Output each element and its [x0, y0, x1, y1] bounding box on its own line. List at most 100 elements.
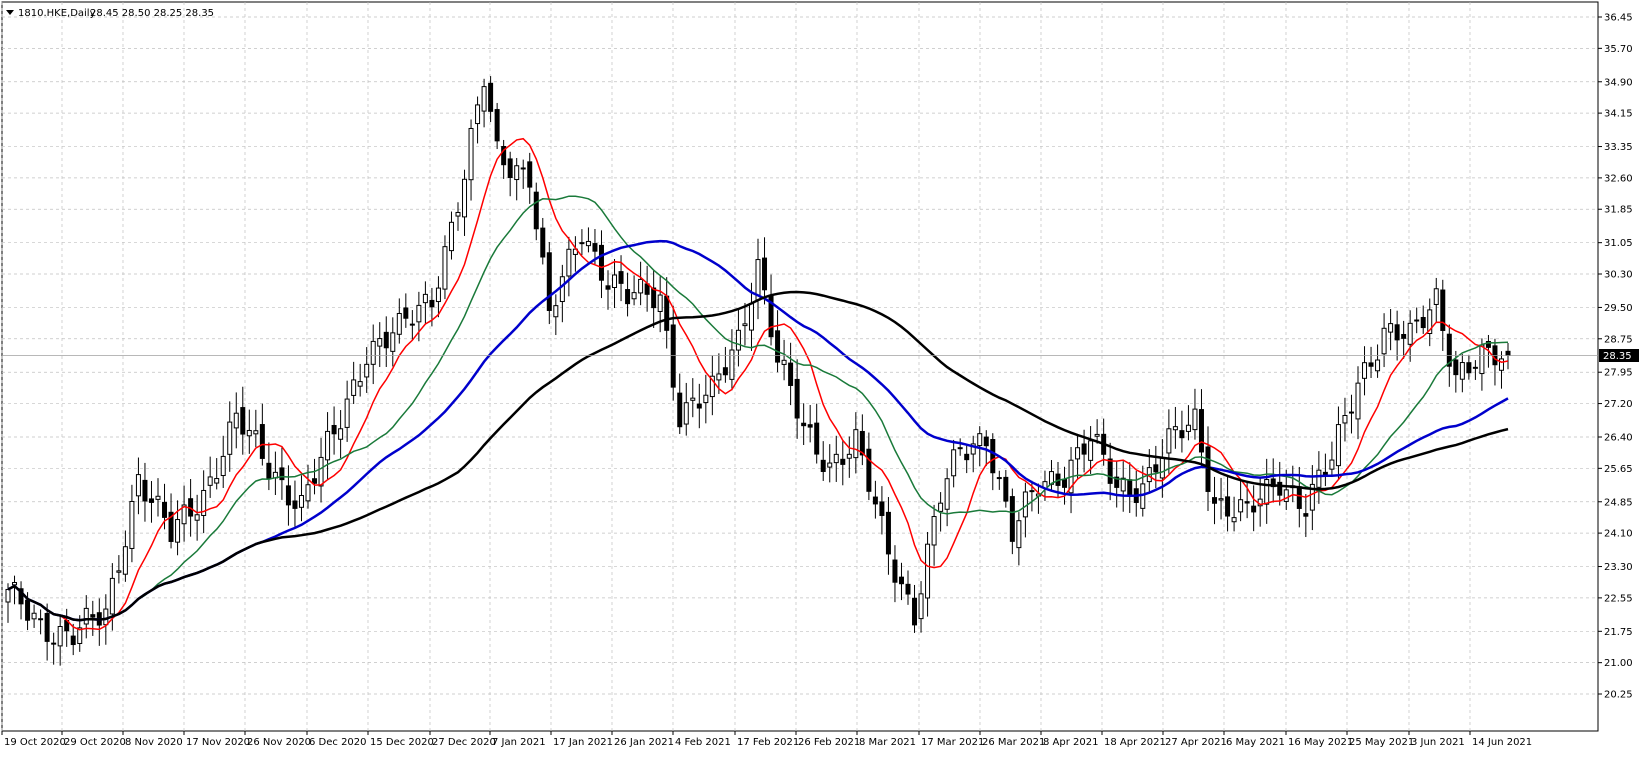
- candle-body: [814, 422, 820, 455]
- candle-body: [103, 608, 109, 626]
- candle-body: [559, 276, 565, 303]
- candle-body: [631, 292, 637, 300]
- candle-body: [1414, 319, 1420, 322]
- candle-body: [638, 278, 644, 294]
- x-tick-label: 25 May 2021: [1349, 737, 1414, 748]
- y-tick-label: 31.85: [1604, 205, 1633, 216]
- x-tick-label: 15 Dec 2020: [370, 737, 434, 748]
- candle-body: [403, 307, 409, 319]
- y-tick-label: 26.40: [1604, 432, 1633, 443]
- candle-body: [51, 642, 57, 645]
- candle-body: [1459, 362, 1465, 380]
- candle-body: [1264, 479, 1270, 505]
- candle-body: [938, 502, 944, 512]
- candle-body: [703, 394, 709, 404]
- candle-body: [670, 324, 676, 388]
- candle-body: [1303, 513, 1309, 517]
- x-tick-label: 29 Oct 2020: [64, 737, 126, 748]
- x-tick-label: 8 Apr 2021: [1043, 737, 1098, 748]
- candle-body: [579, 242, 585, 245]
- candle-body: [298, 495, 304, 508]
- y-tick-label: 22.55: [1604, 593, 1633, 604]
- candle-body: [585, 240, 591, 247]
- candle-body: [468, 127, 474, 181]
- y-tick-label: 33.35: [1604, 142, 1633, 153]
- price-tag-label: 28.35: [1603, 351, 1632, 362]
- candle-body: [1283, 489, 1289, 502]
- candle-body: [964, 453, 970, 461]
- candle-body: [396, 312, 402, 335]
- x-tick-label: 18 Apr 2021: [1104, 737, 1166, 748]
- candle-body: [253, 430, 259, 435]
- y-tick-label: 36.45: [1604, 13, 1633, 24]
- symbol-label: 1810.HKE,Daily: [18, 8, 96, 19]
- candle-body: [462, 178, 468, 218]
- candle-body: [292, 500, 298, 509]
- candle-body: [488, 82, 494, 112]
- x-tick-label: 6 May 2021: [1226, 737, 1285, 748]
- x-tick-label: 27 Dec 2020: [432, 737, 496, 748]
- candle-body: [5, 588, 11, 603]
- candle-body: [370, 340, 376, 365]
- y-tick-label: 21.75: [1604, 627, 1633, 638]
- candle-body: [742, 323, 748, 327]
- candle-body: [853, 429, 859, 459]
- candle-body: [1277, 481, 1283, 496]
- candle-body: [540, 227, 546, 258]
- x-tick-label: 14 Jun 2021: [1472, 737, 1532, 748]
- candle-body: [285, 485, 291, 506]
- candle-body: [990, 439, 996, 474]
- candle-body: [1185, 424, 1191, 432]
- candle-body: [494, 109, 500, 142]
- candle-body: [618, 271, 624, 284]
- candle-body: [1231, 517, 1237, 523]
- price-chart[interactable]: 36.45 35.70 34.90 34.15 33.35 32.60 31.85 31.05…: [0, 0, 1641, 754]
- candle-body: [1075, 447, 1081, 460]
- y-tick-label: 27.20: [1604, 399, 1633, 410]
- candle-body: [977, 433, 983, 447]
- candle-body: [1081, 443, 1087, 455]
- candle-body: [683, 402, 689, 425]
- candle-body: [357, 381, 363, 387]
- chart-svg[interactable]: 36.45 35.70 34.90 34.15 33.35 32.60 31.85 31.05…: [0, 0, 1641, 754]
- candle-body: [892, 559, 898, 583]
- candle-body: [1329, 459, 1335, 470]
- candle-body: [109, 577, 115, 615]
- candle-body: [553, 305, 559, 318]
- candle-body: [1498, 358, 1504, 371]
- candle-body: [716, 373, 722, 381]
- candle-body: [996, 477, 1002, 480]
- candle-body: [1368, 362, 1374, 367]
- y-tick-label: 21.00: [1604, 658, 1633, 669]
- candle-body: [1296, 486, 1302, 509]
- y-tick-label: 28.75: [1604, 334, 1633, 345]
- candle-body: [1179, 430, 1185, 439]
- candle-body: [1401, 333, 1407, 339]
- candle-body: [1375, 359, 1381, 372]
- candle-body: [1166, 428, 1172, 454]
- candle-body: [390, 332, 396, 352]
- candle-body: [1381, 327, 1387, 355]
- candle-body: [435, 287, 441, 303]
- candle-body: [879, 501, 885, 516]
- candle-body: [429, 299, 435, 308]
- candle-body: [827, 462, 833, 468]
- candle-body: [846, 453, 852, 459]
- candle-body: [872, 496, 878, 505]
- candle-body: [520, 167, 526, 170]
- x-tick-label: 7 Jan 2021: [492, 737, 546, 748]
- candle-body: [944, 478, 950, 510]
- candle-body: [1342, 414, 1348, 424]
- candle-body: [246, 429, 252, 437]
- candle-body: [318, 456, 324, 487]
- candle-body: [162, 501, 168, 518]
- y-tick-label: 20.25: [1604, 690, 1633, 701]
- candle-body: [605, 285, 611, 290]
- x-tick-label: 26 Nov 2020: [247, 737, 311, 748]
- candle-body: [331, 424, 337, 435]
- candle-body: [507, 158, 513, 179]
- candle-body: [266, 462, 272, 479]
- x-tick-label: 6 Dec 2020: [309, 737, 367, 748]
- candle-body: [1388, 323, 1394, 333]
- x-tick-label: 4 Feb 2021: [675, 737, 731, 748]
